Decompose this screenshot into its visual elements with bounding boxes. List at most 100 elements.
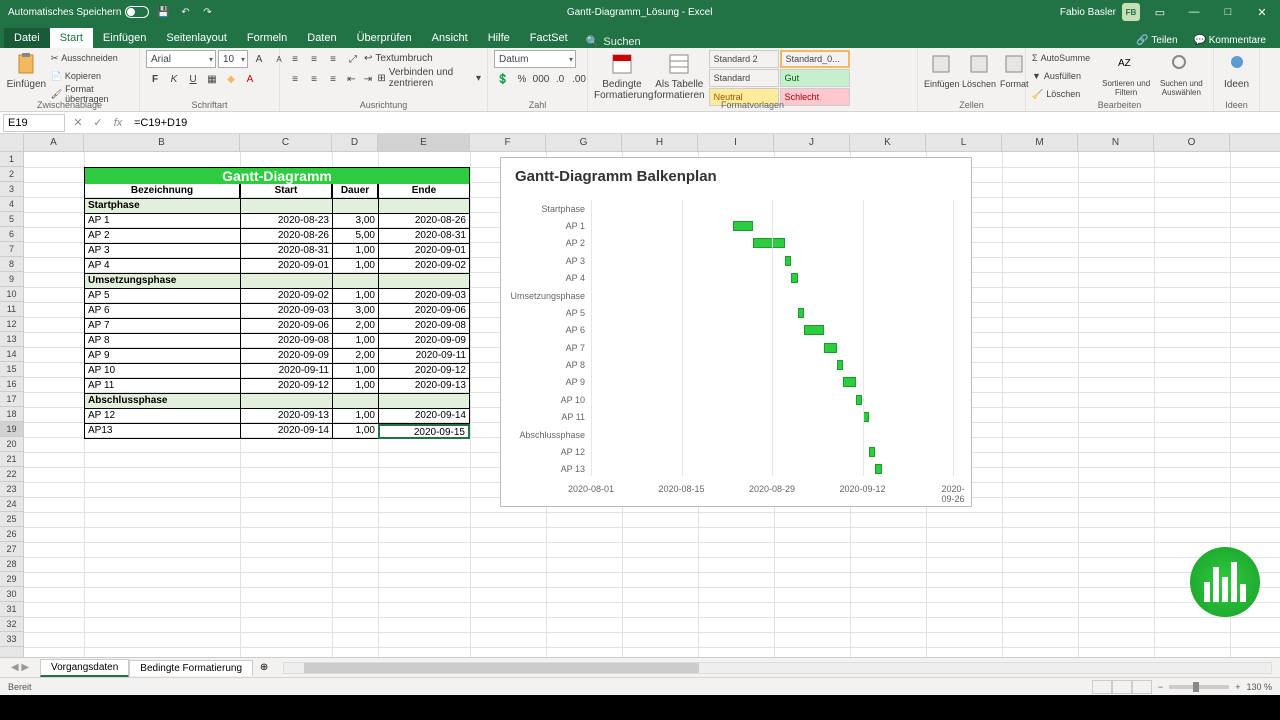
autosum-button[interactable]: Σ AutoSumme (1032, 50, 1097, 66)
row-header-23[interactable]: 23 (0, 482, 23, 497)
fx-icon[interactable]: fx (108, 113, 128, 133)
tab-factset[interactable]: FactSet (520, 28, 578, 48)
table-row[interactable]: AP132020-09-141,002020-09-15 (84, 424, 470, 439)
row-header-25[interactable]: 25 (0, 512, 23, 527)
undo-icon[interactable]: ↶ (177, 4, 193, 20)
user-avatar[interactable]: FB (1122, 3, 1140, 21)
tab-review[interactable]: Überprüfen (347, 28, 422, 48)
font-name-combo[interactable]: Arial (146, 50, 216, 68)
table-row[interactable]: AP 42020-09-011,002020-09-02 (84, 259, 470, 274)
tab-formulas[interactable]: Formeln (237, 28, 297, 48)
inc-decimal-icon[interactable]: .0 (551, 70, 569, 88)
align-bot-icon[interactable]: ≡ (324, 50, 342, 68)
save-icon[interactable]: 💾 (155, 4, 171, 20)
view-break-icon[interactable] (1132, 680, 1152, 694)
row-header-13[interactable]: 13 (0, 332, 23, 347)
style-good[interactable]: Gut (780, 69, 850, 87)
row-header-24[interactable]: 24 (0, 497, 23, 512)
italic-icon[interactable]: K (165, 70, 183, 88)
find-select-button[interactable]: Suchen und Auswählen (1156, 50, 1207, 97)
sheet-nav-arrows[interactable]: ◀ ▶ (0, 662, 40, 673)
col-header-N[interactable]: N (1078, 134, 1154, 151)
view-normal-icon[interactable] (1092, 680, 1112, 694)
row-header-21[interactable]: 21 (0, 452, 23, 467)
sort-filter-button[interactable]: AZ Sortieren und Filtern (1101, 50, 1152, 97)
table-row[interactable]: Umsetzungsphase (84, 274, 470, 289)
new-sheet-icon[interactable]: ⊕ (253, 662, 275, 673)
format-cells-button[interactable]: Format (1000, 50, 1029, 89)
table-row[interactable]: AP 22020-08-265,002020-08-31 (84, 229, 470, 244)
select-all-corner[interactable] (0, 134, 24, 151)
format-as-table-button[interactable]: Als Tabelle formatieren (654, 50, 705, 101)
insert-cells-button[interactable]: Einfügen (924, 50, 958, 89)
table-row[interactable]: AP 92020-09-092,002020-09-11 (84, 349, 470, 364)
row-header-32[interactable]: 32 (0, 617, 23, 632)
tab-data[interactable]: Daten (297, 28, 346, 48)
table-row[interactable]: AP 32020-08-311,002020-09-01 (84, 244, 470, 259)
view-layout-icon[interactable] (1112, 680, 1132, 694)
dec-decimal-icon[interactable]: .00 (570, 70, 588, 88)
row-header-20[interactable]: 20 (0, 437, 23, 452)
row-header-9[interactable]: 9 (0, 272, 23, 287)
border-icon[interactable]: ▦ (203, 70, 221, 88)
wrap-text-button[interactable]: ↩ Textumbruch (364, 50, 433, 66)
row-header-5[interactable]: 5 (0, 212, 23, 227)
style-standard2[interactable]: Standard 2 (709, 50, 779, 68)
row-header-27[interactable]: 27 (0, 542, 23, 557)
row-header-28[interactable]: 28 (0, 557, 23, 572)
align-left-icon[interactable]: ≡ (286, 70, 304, 88)
row-header-30[interactable]: 30 (0, 587, 23, 602)
number-format-combo[interactable]: Datum (494, 50, 576, 68)
col-header-K[interactable]: K (850, 134, 926, 151)
cut-button[interactable]: ✂ Ausschneiden (51, 50, 133, 66)
formula-input[interactable] (128, 114, 1280, 132)
sheet-tab-other[interactable]: Bedingte Formatierung (129, 660, 253, 676)
bold-icon[interactable]: F (146, 70, 164, 88)
enter-formula-icon[interactable]: ✓ (88, 113, 108, 133)
minimize-icon[interactable]: — (1180, 0, 1208, 24)
thousands-icon[interactable]: 000 (532, 70, 550, 88)
indent-dec-icon[interactable]: ⇤ (344, 70, 359, 88)
share-button[interactable]: 🔗 Teilen (1130, 33, 1183, 48)
table-row[interactable]: AP 102020-09-111,002020-09-12 (84, 364, 470, 379)
table-row[interactable]: Abschlussphase (84, 394, 470, 409)
col-header-E[interactable]: E (378, 134, 470, 151)
row-header-14[interactable]: 14 (0, 347, 23, 362)
comments-button[interactable]: 💬 Kommentare (1188, 33, 1272, 48)
indent-inc-icon[interactable]: ⇥ (361, 70, 376, 88)
row-header-18[interactable]: 18 (0, 407, 23, 422)
tab-view[interactable]: Ansicht (422, 28, 478, 48)
style-standard[interactable]: Standard (709, 69, 779, 87)
row-header-16[interactable]: 16 (0, 377, 23, 392)
row-header-17[interactable]: 17 (0, 392, 23, 407)
col-header-B[interactable]: B (84, 134, 240, 151)
table-row[interactable]: AP 112020-09-121,002020-09-13 (84, 379, 470, 394)
col-header-H[interactable]: H (622, 134, 698, 151)
underline-icon[interactable]: U (184, 70, 202, 88)
fill-button[interactable]: ▼ Ausfüllen (1032, 68, 1097, 84)
table-row[interactable]: AP 72020-09-062,002020-09-08 (84, 319, 470, 334)
tab-insert[interactable]: Einfügen (93, 28, 156, 48)
row-header-31[interactable]: 31 (0, 602, 23, 617)
row-header-19[interactable]: 19 (0, 422, 23, 437)
cancel-formula-icon[interactable]: ✕ (68, 113, 88, 133)
col-header-D[interactable]: D (332, 134, 378, 151)
col-header-G[interactable]: G (546, 134, 622, 151)
table-row[interactable]: AP 122020-09-131,002020-09-14 (84, 409, 470, 424)
row-header-4[interactable]: 4 (0, 197, 23, 212)
row-header-26[interactable]: 26 (0, 527, 23, 542)
tab-start[interactable]: Start (50, 28, 93, 48)
paste-button[interactable]: Einfügen (6, 50, 47, 90)
tab-file[interactable]: Datei (4, 28, 50, 48)
row-header-2[interactable]: 2 (0, 167, 23, 182)
copy-button[interactable]: 📄 Kopieren (51, 68, 133, 84)
font-size-combo[interactable]: 10 (218, 50, 248, 68)
zoom-slider[interactable] (1169, 685, 1229, 689)
style-standard0[interactable]: Standard_0... (780, 50, 850, 68)
col-header-M[interactable]: M (1002, 134, 1078, 151)
zoom-in-icon[interactable]: + (1235, 682, 1240, 692)
row-header-3[interactable]: 3 (0, 182, 23, 197)
ideas-button[interactable]: Ideen (1220, 50, 1253, 90)
row-header-15[interactable]: 15 (0, 362, 23, 377)
align-center-icon[interactable]: ≡ (305, 70, 323, 88)
